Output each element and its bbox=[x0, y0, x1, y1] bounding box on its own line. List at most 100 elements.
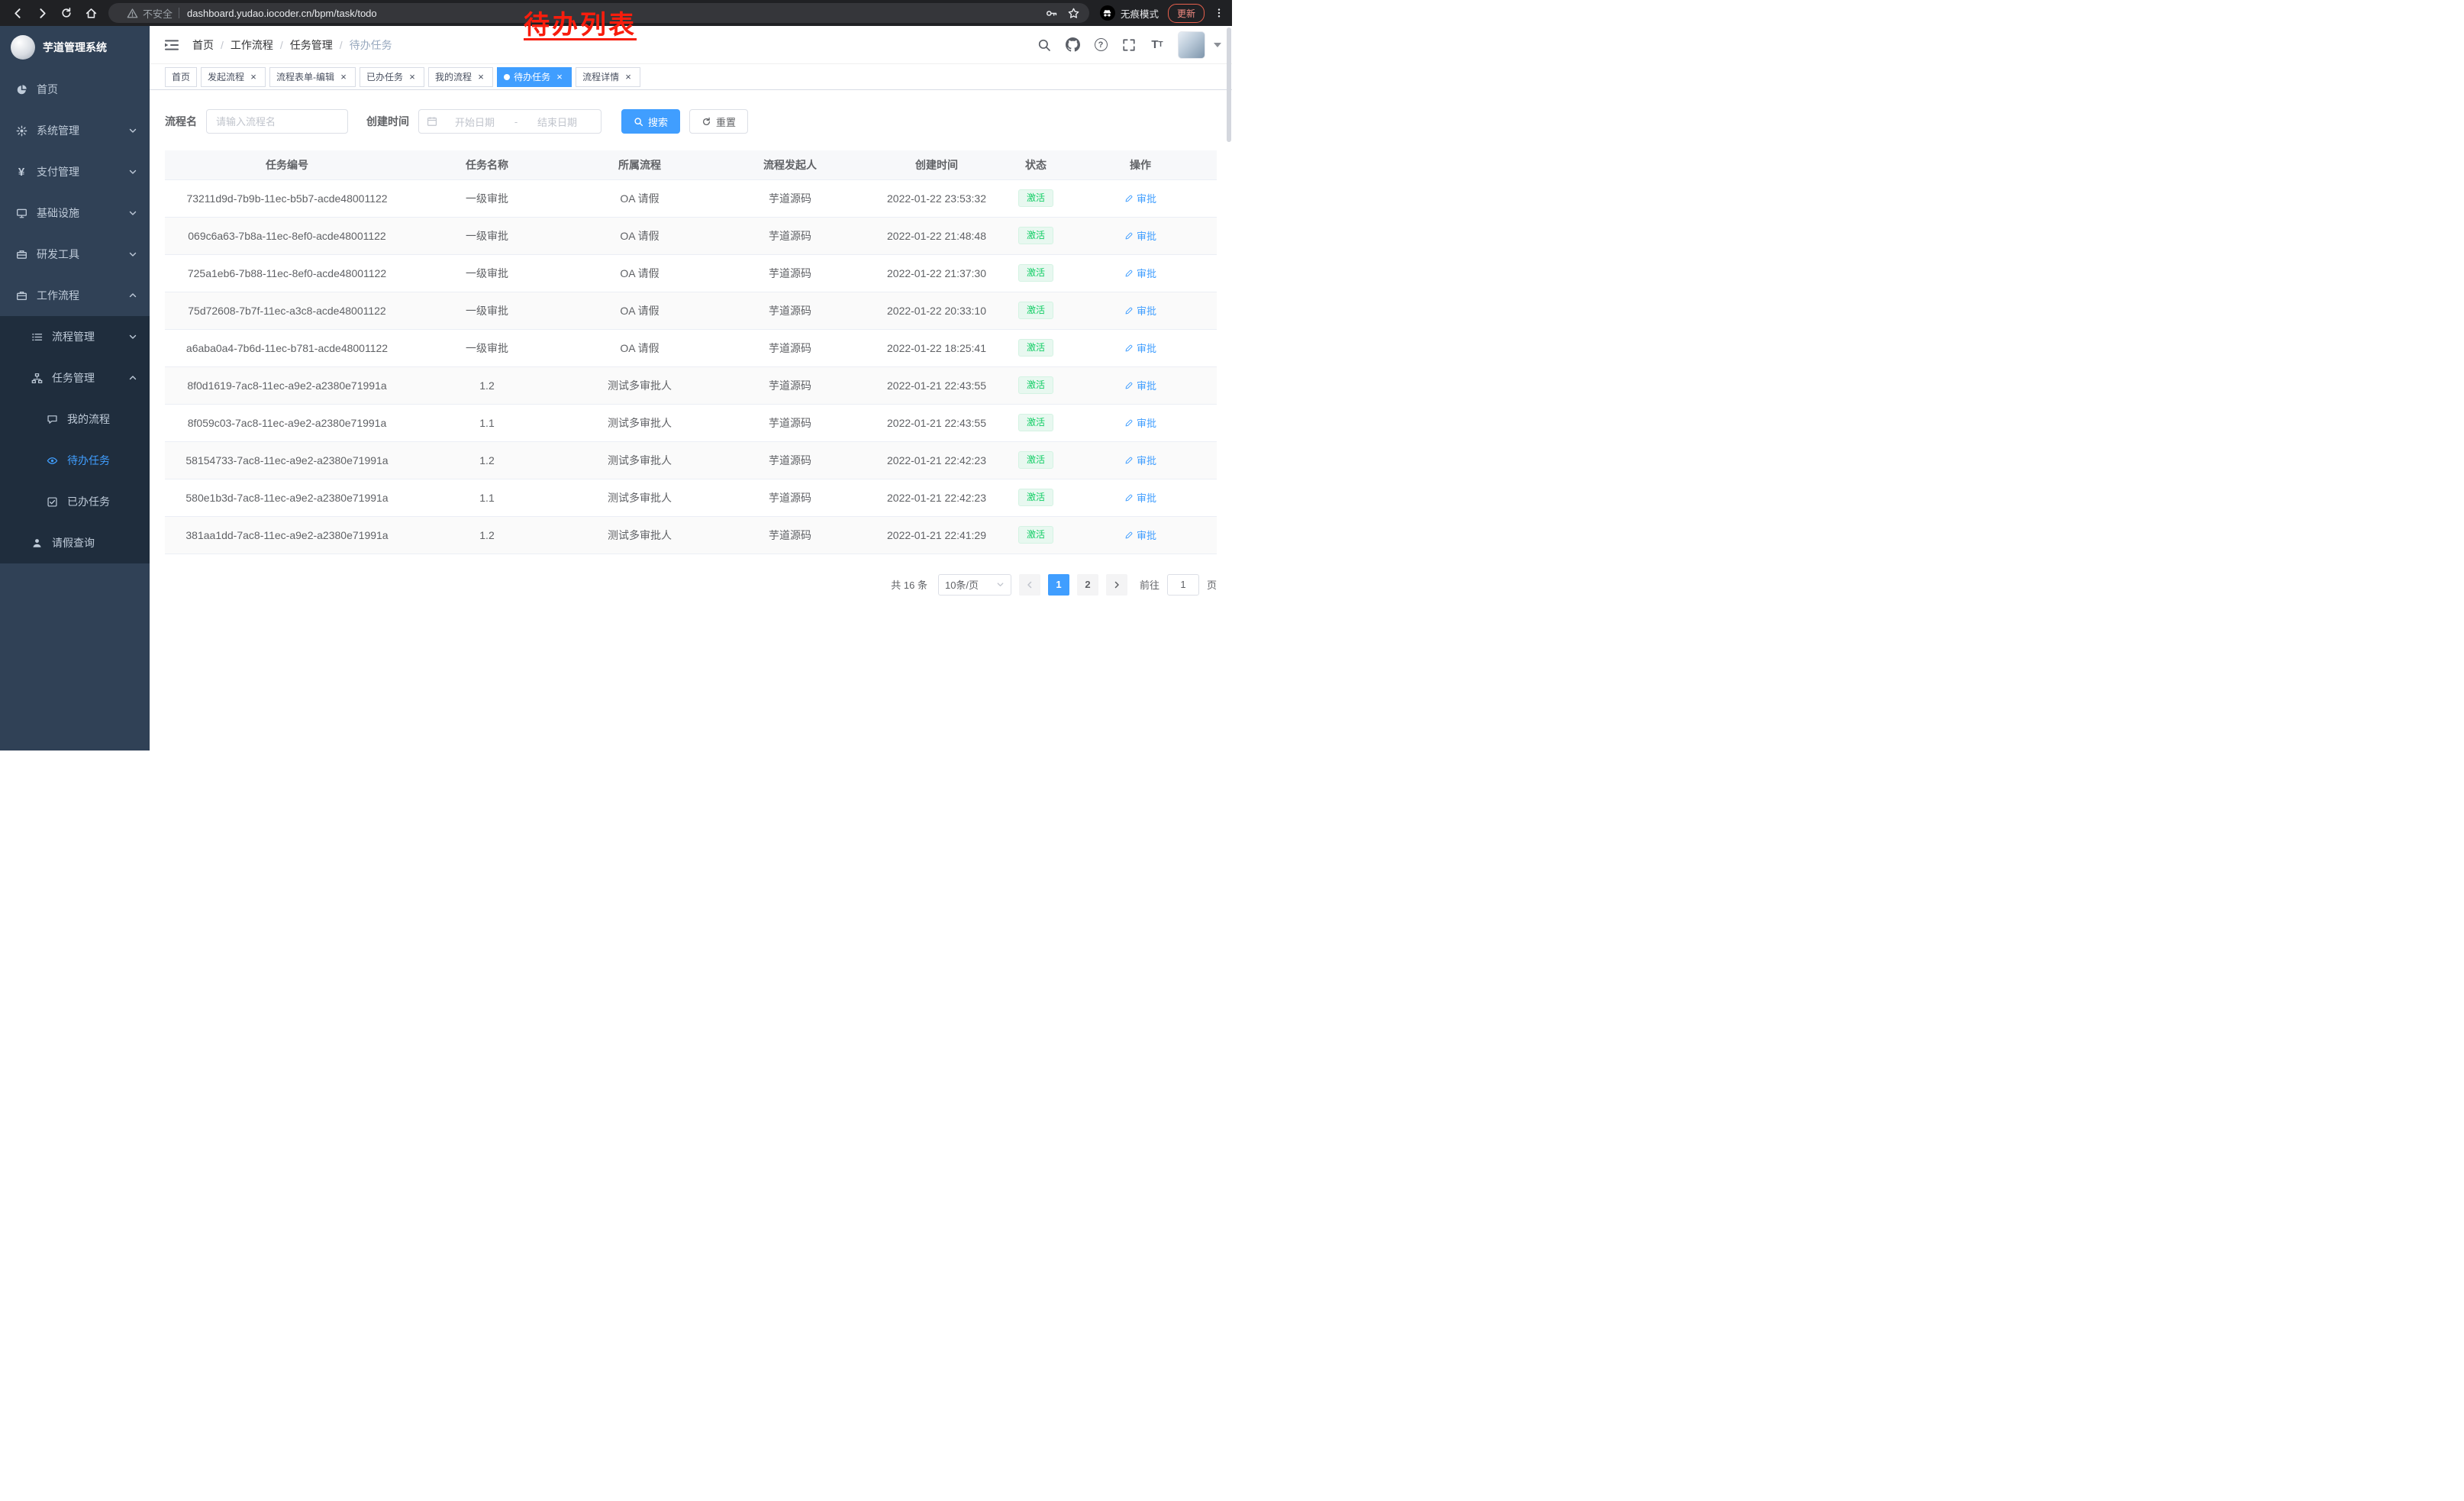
screen: 不安全 dashboard.yudao.iocoder.cn/bpm/task/… bbox=[0, 0, 1232, 750]
sidebar-item-label: 已办任务 bbox=[67, 494, 110, 509]
sidebar-item-done-tasks[interactable]: 已办任务 bbox=[0, 481, 150, 522]
col-initiator: 流程发起人 bbox=[714, 150, 866, 179]
page-size-select[interactable]: 10条/页 bbox=[938, 574, 1011, 596]
close-icon[interactable]: × bbox=[407, 72, 418, 82]
check-square-icon bbox=[46, 495, 58, 508]
table-row: 580e1b3d-7ac8-11ec-a9e2-a2380e71991a 1.1… bbox=[165, 479, 1217, 516]
sidebar-item-label: 系统管理 bbox=[37, 123, 79, 138]
status-badge: 激活 bbox=[1018, 376, 1053, 395]
menu-dots-icon[interactable] bbox=[1214, 8, 1224, 18]
sidebar-item-workflow[interactable]: 工作流程 bbox=[0, 275, 150, 316]
refresh-icon bbox=[701, 117, 711, 127]
breadcrumb-separator: / bbox=[280, 39, 283, 51]
date-range-picker[interactable]: 开始日期 - 结束日期 bbox=[418, 109, 601, 134]
task-name-cell: 一级审批 bbox=[409, 292, 565, 329]
process-name-input[interactable] bbox=[206, 109, 348, 134]
key-icon[interactable] bbox=[1045, 7, 1058, 20]
close-icon[interactable]: × bbox=[554, 72, 565, 82]
tab-label: 首页 bbox=[172, 70, 190, 83]
page-button-2[interactable]: 2 bbox=[1077, 574, 1098, 596]
sidebar-item-label: 研发工具 bbox=[37, 247, 79, 262]
home-icon[interactable] bbox=[81, 3, 101, 23]
close-icon[interactable]: × bbox=[248, 72, 259, 82]
sidebar-item-my-processes[interactable]: 我的流程 bbox=[0, 399, 150, 440]
tab-process-detail[interactable]: 流程详情 × bbox=[576, 67, 640, 87]
approve-link[interactable]: 审批 bbox=[1124, 415, 1156, 430]
reset-button[interactable]: 重置 bbox=[689, 109, 748, 134]
breadcrumb-item[interactable]: 首页 bbox=[192, 37, 214, 53]
approve-link[interactable]: 审批 bbox=[1124, 191, 1156, 205]
next-page-button[interactable] bbox=[1106, 574, 1127, 596]
approve-link[interactable]: 审批 bbox=[1124, 303, 1156, 318]
status-cell: 激活 bbox=[1008, 479, 1064, 516]
sidebar-item-home[interactable]: 首页 bbox=[0, 69, 150, 110]
close-icon[interactable]: × bbox=[623, 72, 634, 82]
approve-link[interactable]: 审批 bbox=[1124, 228, 1156, 243]
sidebar-item-task-management[interactable]: 任务管理 bbox=[0, 357, 150, 399]
sidebar-item-infrastructure[interactable]: 基础设施 bbox=[0, 192, 150, 234]
back-icon[interactable] bbox=[8, 3, 27, 23]
goto-page-input[interactable] bbox=[1167, 574, 1199, 596]
reload-icon[interactable] bbox=[56, 3, 76, 23]
process-cell: 测试多审批人 bbox=[565, 516, 714, 554]
help-icon[interactable]: ? bbox=[1093, 37, 1108, 53]
tab-label: 流程详情 bbox=[582, 70, 619, 83]
approve-link[interactable]: 审批 bbox=[1124, 528, 1156, 542]
sidebar-item-process-management[interactable]: 流程管理 bbox=[0, 316, 150, 357]
github-icon[interactable] bbox=[1065, 37, 1080, 53]
tab-done-tasks[interactable]: 已办任务 × bbox=[360, 67, 424, 87]
toolbox-icon bbox=[15, 248, 27, 260]
tab-start-process[interactable]: 发起流程 × bbox=[201, 67, 266, 87]
table-row: 8f0d1619-7ac8-11ec-a9e2-a2380e71991a 1.2… bbox=[165, 366, 1217, 404]
sidebar-item-leave-query[interactable]: 请假查询 bbox=[0, 522, 150, 563]
search-button-label: 搜索 bbox=[648, 115, 668, 129]
initiator-cell: 芋道源码 bbox=[714, 516, 866, 554]
url-text: dashboard.yudao.iocoder.cn/bpm/task/todo bbox=[187, 8, 377, 19]
sidebar-item-label: 我的流程 bbox=[67, 412, 110, 427]
breadcrumb-separator: / bbox=[221, 39, 224, 51]
avatar[interactable] bbox=[1178, 31, 1205, 59]
close-icon[interactable]: × bbox=[338, 72, 349, 82]
action-cell: 审批 bbox=[1064, 217, 1217, 254]
sidebar-item-todo-tasks[interactable]: 待办任务 bbox=[0, 440, 150, 481]
navbar-tools: ? TT bbox=[1037, 31, 1221, 59]
monitor-icon bbox=[15, 207, 27, 219]
search-button[interactable]: 搜索 bbox=[621, 109, 680, 134]
approve-link[interactable]: 审批 bbox=[1124, 341, 1156, 355]
approve-link[interactable]: 审批 bbox=[1124, 266, 1156, 280]
task-id-cell: 381aa1dd-7ac8-11ec-a9e2-a2380e71991a bbox=[165, 516, 409, 554]
incognito-badge: 无痕模式 bbox=[1100, 5, 1159, 21]
prev-page-button[interactable] bbox=[1019, 574, 1040, 596]
sidebar-item-system[interactable]: 系统管理 bbox=[0, 110, 150, 151]
sidebar-collapse-icon[interactable] bbox=[163, 37, 180, 53]
tab-my-processes[interactable]: 我的流程 × bbox=[428, 67, 493, 87]
star-icon[interactable] bbox=[1067, 7, 1080, 20]
approve-link[interactable]: 审批 bbox=[1124, 378, 1156, 392]
tab-todo-tasks[interactable]: 待办任务 × bbox=[497, 67, 572, 87]
address-bar[interactable]: 不安全 dashboard.yudao.iocoder.cn/bpm/task/… bbox=[108, 3, 1089, 23]
tab-form-edit[interactable]: 流程表单-编辑 × bbox=[269, 67, 356, 87]
breadcrumb-item[interactable]: 工作流程 bbox=[231, 37, 273, 53]
approve-link[interactable]: 审批 bbox=[1124, 490, 1156, 505]
sidebar-item-devtools[interactable]: 研发工具 bbox=[0, 234, 150, 275]
fullscreen-icon[interactable] bbox=[1121, 37, 1137, 53]
close-icon[interactable]: × bbox=[476, 72, 486, 82]
initiator-cell: 芋道源码 bbox=[714, 329, 866, 366]
sidebar-item-payment[interactable]: ¥ 支付管理 bbox=[0, 151, 150, 192]
tab-home[interactable]: 首页 bbox=[165, 67, 197, 87]
scrollbar-thumb[interactable] bbox=[1227, 27, 1231, 142]
breadcrumb-item[interactable]: 任务管理 bbox=[290, 37, 333, 53]
sidebar-item-label: 请假查询 bbox=[52, 535, 95, 550]
create-time-cell: 2022-01-22 21:37:30 bbox=[866, 254, 1008, 292]
scrollbar[interactable] bbox=[1226, 26, 1232, 750]
search-icon[interactable] bbox=[1037, 37, 1052, 53]
font-size-icon[interactable]: TT bbox=[1150, 37, 1165, 53]
update-button[interactable]: 更新 bbox=[1168, 4, 1205, 23]
chevron-down-icon[interactable] bbox=[1214, 43, 1221, 47]
page-button-1[interactable]: 1 bbox=[1048, 574, 1069, 596]
forward-icon[interactable] bbox=[32, 3, 52, 23]
chevron-down-icon bbox=[996, 580, 1005, 589]
approve-link[interactable]: 审批 bbox=[1124, 453, 1156, 467]
logo-row[interactable]: 芋道管理系统 bbox=[0, 26, 150, 69]
breadcrumb: 首页 / 工作流程 / 任务管理 / 待办任务 bbox=[192, 37, 392, 53]
